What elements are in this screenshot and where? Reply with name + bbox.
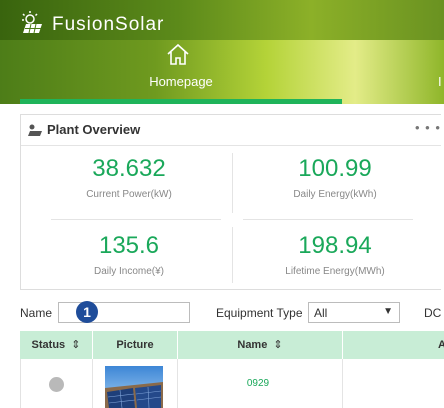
home-icon[interactable] [165,42,191,66]
step-badge: 1 [76,301,98,323]
divider [51,219,221,220]
sort-icon[interactable]: ⇕ [71,339,80,351]
sun-panel-logo-icon [22,11,42,34]
plant-picture[interactable] [105,366,163,408]
col-picture-header: Picture [93,331,177,359]
col-next-label: A [438,339,444,351]
metric-label: Daily Energy(kWh) [293,189,377,200]
metric-label: Lifetime Energy(MWh) [285,266,385,277]
divider [243,219,413,220]
plant-overview-icon [28,124,42,136]
metric-value: 38.632 [92,155,166,182]
divider [92,359,93,408]
card-title: Plant Overview [47,122,141,137]
divider [232,227,233,283]
plant-overview-card: Plant Overview • • • 38.632 Current Powe… [20,114,441,290]
dc-filter-label: DC [424,306,442,320]
col-status-header[interactable]: Status ⇕ [20,331,92,359]
row-name-link[interactable]: 0929 [228,378,288,389]
metric-value: 100.99 [298,155,372,182]
divider [232,153,233,213]
metric-value: 135.6 [98,232,160,259]
status-indicator [49,377,64,392]
equipment-type-value: All [314,306,328,320]
next-tab-stub[interactable]: I [438,74,442,89]
metric-label: Daily Income(¥) [93,266,165,277]
divider [21,145,441,146]
table-header: Status ⇕ Picture Name ⇕ A [20,331,444,359]
metric-label: Current Power(kW) [86,189,172,200]
divider [342,359,343,408]
tab-homepage-label[interactable]: Homepage [0,74,362,89]
divider [342,331,343,359]
col-status-label: Status [31,339,66,351]
metric-daily-energy: 100.99 Daily Energy(kWh) [235,155,435,200]
metric-value: 198.94 [298,232,372,259]
equipment-type-select[interactable]: All ▼ [308,302,400,323]
divider [177,359,178,408]
sort-icon[interactable]: ⇕ [273,339,282,351]
more-icon[interactable]: • • • [415,120,441,135]
metric-lifetime-energy: 198.94 Lifetime Energy(MWh) [235,232,435,277]
metric-current-power: 38.632 Current Power(kW) [29,155,229,200]
col-next-header: A [432,331,444,359]
card-header: Plant Overview • • • [21,115,441,143]
app-title: FusionSolar [52,14,165,35]
dropdown-arrow-icon: ▼ [383,306,393,317]
col-name-label: Name [237,339,268,351]
name-filter-label: Name [20,306,53,320]
col-name-header[interactable]: Name ⇕ [178,331,342,359]
active-tab-indicator [20,99,342,104]
col-picture-label: Picture [116,339,154,351]
metric-daily-income: 135.6 Daily Income(¥) [29,232,229,277]
equipment-type-label: Equipment Type [216,306,303,320]
